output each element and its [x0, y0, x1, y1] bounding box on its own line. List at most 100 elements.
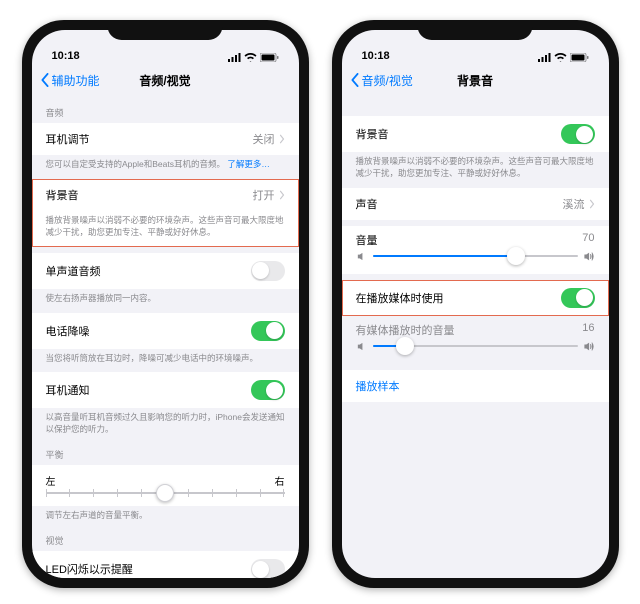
cell-label: 耳机调节: [46, 131, 90, 147]
balance-slider[interactable]: [46, 492, 285, 494]
battery-icon: [260, 53, 279, 62]
status-icons: [228, 53, 279, 62]
toggle-led-flash[interactable]: [251, 559, 285, 578]
group-bg-toggle: 背景音: [342, 116, 609, 152]
group-noise-cancel: 电话降噪: [32, 313, 299, 349]
cell-noise-cancel: 电话降噪: [32, 313, 299, 349]
footer-balance: 调节左右声道的音量平衡。: [32, 506, 299, 524]
cell-bg-toggle: 背景音: [342, 116, 609, 152]
group-play-sample: 播放样本: [342, 370, 609, 402]
notch: [418, 20, 533, 40]
group-background-sound: 背景音 打开 播放背景噪声以消弱不必要的环境杂声。这些声音可最大限度地减少干扰，…: [32, 179, 299, 247]
volume-value: 70: [582, 232, 594, 248]
nav-bar: 音频/视觉 背景音: [342, 64, 609, 96]
cell-media-volume: 有媒体播放时的音量 16: [342, 316, 609, 364]
footer-headphone-notify: 以高音量听耳机音频过久且影响您的听力时，iPhone会发送通知以保护您的听力。: [32, 408, 299, 438]
speaker-high-icon: [584, 341, 595, 352]
group-media-volume: 有媒体播放时的音量 16: [342, 316, 609, 364]
media-volume-slider[interactable]: [356, 341, 595, 352]
volume-slider[interactable]: [356, 251, 595, 262]
notch: [108, 20, 223, 40]
cell-label: 在播放媒体时使用: [356, 290, 444, 306]
cell-label: 播放样本: [356, 381, 400, 393]
media-volume-value: 16: [582, 322, 594, 338]
footer-bg-toggle: 播放背景噪声以消弱不必要的环境杂声。这些声音可最大限度地减少干扰，助您更加专注、…: [342, 152, 609, 182]
toggle-noise-cancel[interactable]: [251, 321, 285, 341]
cell-label: 电话降噪: [46, 323, 90, 339]
status-time: 10:18: [362, 50, 390, 62]
cell-label: LED闪烁以示提醒: [46, 561, 133, 577]
cell-headphone-notify: 耳机通知: [32, 372, 299, 408]
cell-label: 声音: [356, 196, 378, 212]
footer-mono: 使左右扬声器播放同一内容。: [32, 289, 299, 307]
footer-bg-sound: 播放背景噪声以消弱不必要的环境杂声。这些声音可最大限度地减少干扰，助您更加专注、…: [32, 211, 299, 247]
cell-value: 打开: [253, 187, 285, 203]
back-label: 音频/视觉: [362, 72, 413, 89]
group-headphone-adjust: 耳机调节 关闭: [32, 123, 299, 155]
cell-play-sample[interactable]: 播放样本: [342, 370, 609, 402]
speaker-low-icon: [356, 251, 367, 262]
nav-bar: 辅助功能 音频/视觉: [32, 64, 299, 96]
cell-value: 关闭: [253, 131, 285, 147]
cell-value: 溪流: [563, 196, 595, 212]
cell-label: 背景音: [356, 126, 389, 142]
back-label: 辅助功能: [52, 72, 100, 89]
balance-slider-row: 左 右: [32, 465, 299, 506]
nav-title: 背景音: [457, 72, 493, 89]
toggle-headphone-notify[interactable]: [251, 380, 285, 400]
speaker-low-icon: [356, 341, 367, 352]
section-header-audio: 音频: [32, 96, 299, 123]
balance-right-label: 右: [275, 473, 285, 488]
media-volume-label: 有媒体播放时的音量: [356, 322, 455, 338]
content: 背景音 播放背景噪声以消弱不必要的环境杂声。这些声音可最大限度地减少干扰，助您更…: [342, 96, 609, 412]
cell-use-media: 在播放媒体时使用: [342, 280, 609, 316]
footer-noise-cancel: 当您将听筒放在耳边时，降噪可减少电话中的环境噪声。: [32, 349, 299, 367]
group-volume: 音量 70: [342, 226, 609, 274]
signal-icon: [538, 53, 551, 62]
cell-background-sound[interactable]: 背景音 打开: [32, 179, 299, 211]
screen: 10:18 辅助功能 音频/视觉 音频 耳机调节 关闭: [32, 30, 299, 578]
cell-volume: 音量 70: [342, 226, 609, 274]
cell-mono-audio: 单声道音频: [32, 253, 299, 289]
cell-label: 耳机通知: [46, 382, 90, 398]
group-led-flash: LED闪烁以示提醒: [32, 551, 299, 578]
cell-sound[interactable]: 声音 溪流: [342, 188, 609, 220]
toggle-use-media[interactable]: [561, 288, 595, 308]
toggle-bg-sound[interactable]: [561, 124, 595, 144]
section-header-balance: 平衡: [32, 438, 299, 465]
group-mono: 单声道音频: [32, 253, 299, 289]
section-header-visual: 视觉: [32, 524, 299, 551]
chevron-right-icon: [279, 190, 285, 200]
chevron-right-icon: [589, 199, 595, 209]
screen: 10:18 音频/视觉 背景音 背景音 播放背景噪声以消弱不必要的环境杂声。这些…: [342, 30, 609, 578]
group-sound: 声音 溪流: [342, 188, 609, 220]
speaker-high-icon: [584, 251, 595, 262]
content: 音频 耳机调节 关闭 您可以自定受支持的Apple和Beats耳机的音频。 了解…: [32, 96, 299, 578]
wifi-icon: [244, 53, 257, 62]
group-use-media: 在播放媒体时使用: [342, 280, 609, 316]
back-button[interactable]: 音频/视觉: [350, 72, 413, 89]
cell-led-flash: LED闪烁以示提醒: [32, 551, 299, 578]
nav-title: 音频/视觉: [139, 72, 190, 89]
cell-label: 背景音: [46, 187, 79, 203]
signal-icon: [228, 53, 241, 62]
balance-left-label: 左: [46, 473, 56, 488]
chevron-right-icon: [279, 134, 285, 144]
wifi-icon: [554, 53, 567, 62]
cell-headphone-adjust[interactable]: 耳机调节 关闭: [32, 123, 299, 155]
cell-label: 单声道音频: [46, 263, 101, 279]
battery-icon: [570, 53, 589, 62]
group-balance: 左 右: [32, 465, 299, 506]
phone-right: 10:18 音频/视觉 背景音 背景音 播放背景噪声以消弱不必要的环境杂声。这些…: [332, 20, 619, 588]
chevron-left-icon: [350, 73, 360, 87]
learn-more-link[interactable]: 了解更多…: [227, 159, 270, 169]
group-headphone-notify: 耳机通知: [32, 372, 299, 408]
volume-label: 音量: [356, 232, 378, 248]
footer-headphone-adjust: 您可以自定受支持的Apple和Beats耳机的音频。 了解更多…: [32, 155, 299, 173]
chevron-left-icon: [40, 73, 50, 87]
status-icons: [538, 53, 589, 62]
toggle-mono[interactable]: [251, 261, 285, 281]
phone-left: 10:18 辅助功能 音频/视觉 音频 耳机调节 关闭: [22, 20, 309, 588]
status-time: 10:18: [52, 50, 80, 62]
back-button[interactable]: 辅助功能: [40, 72, 100, 89]
